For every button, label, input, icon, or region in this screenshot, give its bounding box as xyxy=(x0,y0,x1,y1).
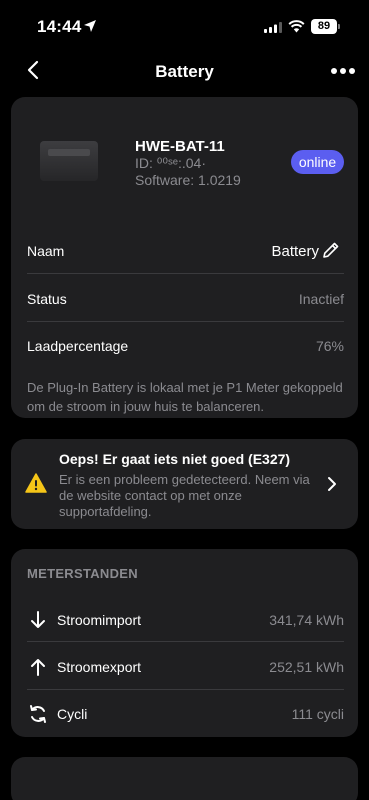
row-value-naam[interactable]: Battery xyxy=(271,243,319,260)
battery-icon: 89 xyxy=(311,19,337,34)
wifi-icon xyxy=(288,20,305,33)
divider xyxy=(27,689,344,690)
page-title: Battery xyxy=(155,62,214,81)
pencil-icon[interactable] xyxy=(321,240,341,260)
warning-icon xyxy=(25,473,47,493)
status-bar: 14:44 89 xyxy=(0,0,369,54)
meter-value-stroomimport: 341,74 kWh xyxy=(269,612,344,628)
cycle-icon xyxy=(30,705,46,723)
arrow-down-icon xyxy=(31,611,45,628)
battery-cap xyxy=(338,24,340,29)
device-description: De Plug-In Battery is lokaal met je P1 M… xyxy=(27,380,343,414)
error-text: Er is een probleem gedetecteerd. Neem vi… xyxy=(59,472,310,519)
next-card xyxy=(11,757,358,800)
meter-label-stroomexport: Stroomexport xyxy=(57,659,142,675)
divider xyxy=(27,321,344,322)
chevron-right-icon[interactable] xyxy=(325,476,339,492)
divider xyxy=(27,273,344,274)
battery-device-image xyxy=(40,141,98,181)
meter-value-cycli: 111 cycli xyxy=(291,706,344,722)
meter-value-stroomexport: 252,51 kWh xyxy=(269,659,344,675)
meters-card: METERSTANDEN Stroomimport 341,74 kWh Str… xyxy=(11,549,358,737)
device-id: ID: ⁰⁰ˢᵉ:.04· xyxy=(135,155,206,171)
row-label-laadpercentage: Laadpercentage xyxy=(27,338,129,354)
row-label-naam: Naam xyxy=(27,243,65,259)
status-time: 14:44 xyxy=(37,17,82,36)
device-name: HWE-BAT-11 xyxy=(135,138,225,155)
device-software: Software: 1.0219 xyxy=(135,172,241,188)
row-value-status: Inactief xyxy=(298,291,344,307)
row-value-laadpercentage: 76% xyxy=(315,338,344,354)
battery-level: 89 xyxy=(317,20,331,32)
section-title: METERSTANDEN xyxy=(27,566,138,581)
meter-label-stroomimport: Stroomimport xyxy=(57,612,142,628)
divider xyxy=(27,641,344,642)
arrow-up-icon xyxy=(31,659,45,676)
error-card[interactable]: Oeps! Er gaat iets niet goed (E327) Er i… xyxy=(11,439,358,529)
cellular-signal-icon xyxy=(264,22,282,33)
more-horizontal-icon[interactable] xyxy=(330,65,356,77)
error-title: Oeps! Er gaat iets niet goed (E327) xyxy=(59,451,291,467)
meter-label-cycli: Cycli xyxy=(57,706,88,722)
location-arrow-icon xyxy=(84,20,96,32)
device-card: HWE-BAT-11 ID: ⁰⁰ˢᵉ:.04· Software: 1.021… xyxy=(11,97,358,418)
row-label-status: Status xyxy=(27,291,67,307)
status-badge: online xyxy=(291,150,344,174)
